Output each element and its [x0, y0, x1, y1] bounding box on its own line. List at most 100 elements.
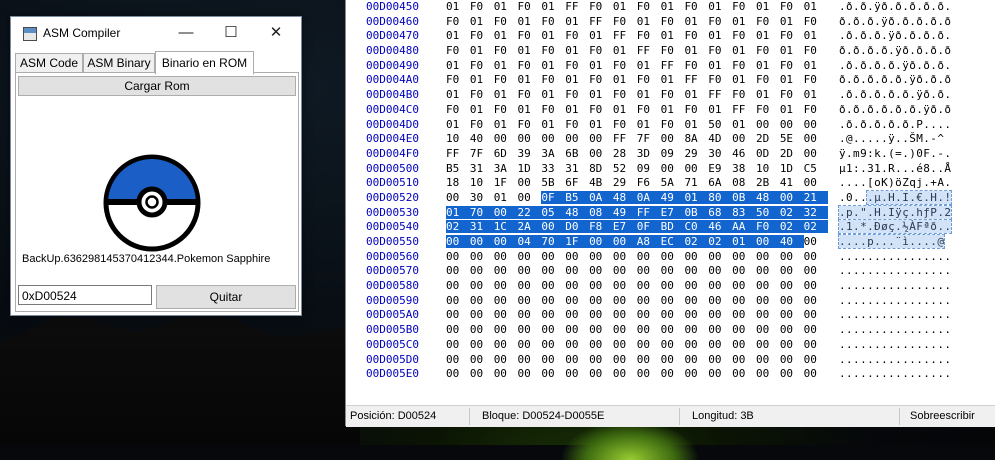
- hex-byte[interactable]: F0: [708, 44, 732, 57]
- hex-row[interactable]: 00D00520 00 30 01 00 0F B5 0A 48 0A 49 01 80 0B 48 00 21…: [346, 189, 995, 206]
- hex-bytes[interactable]: 00 00 00 00 00 00 00 00 00 00 00 00 00 00 00 00: [446, 308, 828, 321]
- hex-byte[interactable]: 00: [613, 264, 637, 277]
- hex-byte[interactable]: F0: [518, 59, 542, 72]
- hex-byte[interactable]: 00: [684, 353, 708, 366]
- hex-byte[interactable]: 0A: [589, 190, 613, 204]
- hex-byte[interactable]: 01: [661, 73, 685, 86]
- hex-row[interactable]: 00D00480 F0 01 F0 01 F0 01 F0 01 FF F0 01 F0 01 F0 01 F0…: [346, 44, 995, 59]
- hex-byte[interactable]: F0: [804, 103, 828, 116]
- hex-byte[interactable]: 40: [470, 132, 494, 145]
- hex-byte[interactable]: F0: [661, 15, 685, 28]
- hex-byte[interactable]: 00: [780, 338, 804, 351]
- hex-byte[interactable]: 48: [565, 205, 590, 219]
- hex-row[interactable]: 00D005E0 00 00 00 00 00 00 00 00 00 00 00 00 00 00 00 00…: [346, 367, 995, 382]
- hex-byte[interactable]: 22: [517, 205, 542, 219]
- hex-row[interactable]: 00D004A0 F0 01 F0 01 F0 01 F0 01 F0 01 FF F0 01 F0 01 F0…: [346, 73, 995, 88]
- hex-byte[interactable]: 00: [684, 338, 708, 351]
- hex-row[interactable]: 00D00460 F0 01 F0 01 F0 01 FF F0 01 F0 01 F0 01 F0 01 F0…: [346, 15, 995, 30]
- hex-byte[interactable]: 01: [541, 118, 565, 131]
- hex-byte[interactable]: 00: [637, 367, 661, 380]
- hex-byte[interactable]: 00: [469, 235, 494, 248]
- hex-byte[interactable]: FF: [446, 147, 470, 160]
- hex-byte[interactable]: 00: [494, 294, 518, 307]
- hex-byte[interactable]: 00: [708, 353, 732, 366]
- hex-byte[interactable]: 29: [613, 176, 637, 189]
- hex-byte[interactable]: 00: [804, 176, 828, 189]
- hex-byte[interactable]: 00: [637, 323, 661, 336]
- hex-byte[interactable]: F0: [541, 73, 565, 86]
- hex-ascii[interactable]: ð.ð.ð.ð.ÿð.ð.ð.ð: [839, 44, 951, 57]
- hex-byte[interactable]: F0: [446, 44, 470, 57]
- hex-byte[interactable]: 09: [661, 147, 685, 160]
- hex-byte[interactable]: FF: [613, 29, 637, 42]
- hex-byte[interactable]: 00: [613, 250, 637, 263]
- hex-byte[interactable]: 01: [541, 59, 565, 72]
- hex-byte[interactable]: F0: [470, 0, 494, 13]
- hex-ascii[interactable]: ................: [839, 250, 951, 263]
- hex-byte[interactable]: 01: [589, 59, 613, 72]
- hex-byte[interactable]: 00: [541, 264, 565, 277]
- hex-byte[interactable]: 00: [661, 132, 685, 145]
- hex-ascii[interactable]: .ð.ð.ÿð.ð.ð.ð.ð.: [839, 0, 951, 13]
- hex-byte[interactable]: A8: [636, 235, 661, 248]
- hex-byte[interactable]: F0: [732, 29, 756, 42]
- hex-byte[interactable]: D0: [565, 220, 590, 234]
- hex-byte[interactable]: 00: [804, 250, 828, 263]
- hex-byte[interactable]: F0: [637, 0, 661, 13]
- hex-byte[interactable]: E9: [708, 162, 732, 175]
- hex-byte[interactable]: F0: [613, 15, 637, 28]
- hex-byte[interactable]: 49: [660, 190, 685, 204]
- hex-byte[interactable]: 00: [661, 294, 685, 307]
- hex-byte[interactable]: 00: [780, 279, 804, 292]
- hex-byte[interactable]: 01: [613, 103, 637, 116]
- hex-byte[interactable]: C0: [684, 220, 709, 234]
- hex-byte[interactable]: F0: [518, 29, 542, 42]
- hex-byte[interactable]: 2B: [756, 176, 780, 189]
- hex-bytes[interactable]: 00 00 00 00 00 00 00 00 00 00 00 00 00 00 00 00: [446, 367, 828, 380]
- hex-byte[interactable]: 00: [661, 338, 685, 351]
- hex-bytes[interactable]: 00 30 01 00 0F B5 0A 48 0A 49 01 80 0B 48 00 21: [446, 190, 828, 204]
- hex-byte[interactable]: 00: [661, 264, 685, 277]
- hex-byte[interactable]: 39: [518, 147, 542, 160]
- hex-byte[interactable]: 71: [684, 176, 708, 189]
- hex-bytes[interactable]: 02 31 1C 2A 00 D0 F8 E7 0F BD C0 46 AA F0 02 02: [446, 220, 828, 234]
- hex-ascii[interactable]: ................: [839, 308, 951, 321]
- hex-byte[interactable]: 00: [661, 279, 685, 292]
- hex-byte[interactable]: 00: [684, 367, 708, 380]
- hex-byte[interactable]: 00: [708, 323, 732, 336]
- hex-byte[interactable]: F0: [446, 15, 470, 28]
- hex-byte[interactable]: 00: [470, 353, 494, 366]
- hex-byte[interactable]: 01: [780, 103, 804, 116]
- hex-byte[interactable]: 00: [732, 353, 756, 366]
- hex-byte[interactable]: 00: [804, 323, 828, 336]
- title-bar[interactable]: ASM Compiler — ☐ ✕: [11, 17, 301, 49]
- hex-bytes[interactable]: 10 40 00 00 00 00 00 FF 7F 00 8A 4D 00 2D 5E 00: [446, 132, 828, 145]
- hex-ascii[interactable]: .0...µ.H.I.€.H.!: [839, 189, 953, 205]
- hex-bytes[interactable]: F0 01 F0 01 F0 01 FF F0 01 F0 01 F0 01 F0 01 F0: [446, 15, 828, 28]
- hex-byte[interactable]: 01: [518, 73, 542, 86]
- hex-byte[interactable]: 00: [804, 132, 828, 145]
- maximize-button[interactable]: ☐: [208, 17, 254, 49]
- hex-ascii[interactable]: ................: [839, 353, 951, 366]
- hex-bytes[interactable]: 00 00 00 00 00 00 00 00 00 00 00 00 00 00 00 00: [446, 323, 828, 336]
- hex-byte[interactable]: 33: [541, 162, 565, 175]
- hex-byte[interactable]: 50: [755, 205, 780, 219]
- hex-byte[interactable]: 00: [637, 353, 661, 366]
- hex-byte[interactable]: 00: [637, 338, 661, 351]
- hex-byte[interactable]: 00: [541, 132, 565, 145]
- hex-byte[interactable]: F6: [637, 176, 661, 189]
- hex-byte[interactable]: 00: [780, 250, 804, 263]
- hex-byte[interactable]: 01: [446, 29, 470, 42]
- hex-byte[interactable]: F0: [589, 73, 613, 86]
- hex-byte[interactable]: 00: [446, 353, 470, 366]
- hex-byte[interactable]: 48: [612, 190, 637, 204]
- hex-byte[interactable]: 01: [804, 29, 828, 42]
- hex-byte[interactable]: 00: [446, 323, 470, 336]
- hex-ascii[interactable]: ................: [839, 323, 951, 336]
- hex-byte[interactable]: 00: [565, 353, 589, 366]
- hex-byte[interactable]: 00: [494, 323, 518, 336]
- hex-ascii[interactable]: ................: [839, 338, 951, 351]
- hex-byte[interactable]: 00: [518, 132, 542, 145]
- hex-byte[interactable]: F0: [565, 29, 589, 42]
- hex-bytes[interactable]: 01 F0 01 F0 01 F0 01 F0 01 F0 01 50 01 00 00 00: [446, 118, 828, 131]
